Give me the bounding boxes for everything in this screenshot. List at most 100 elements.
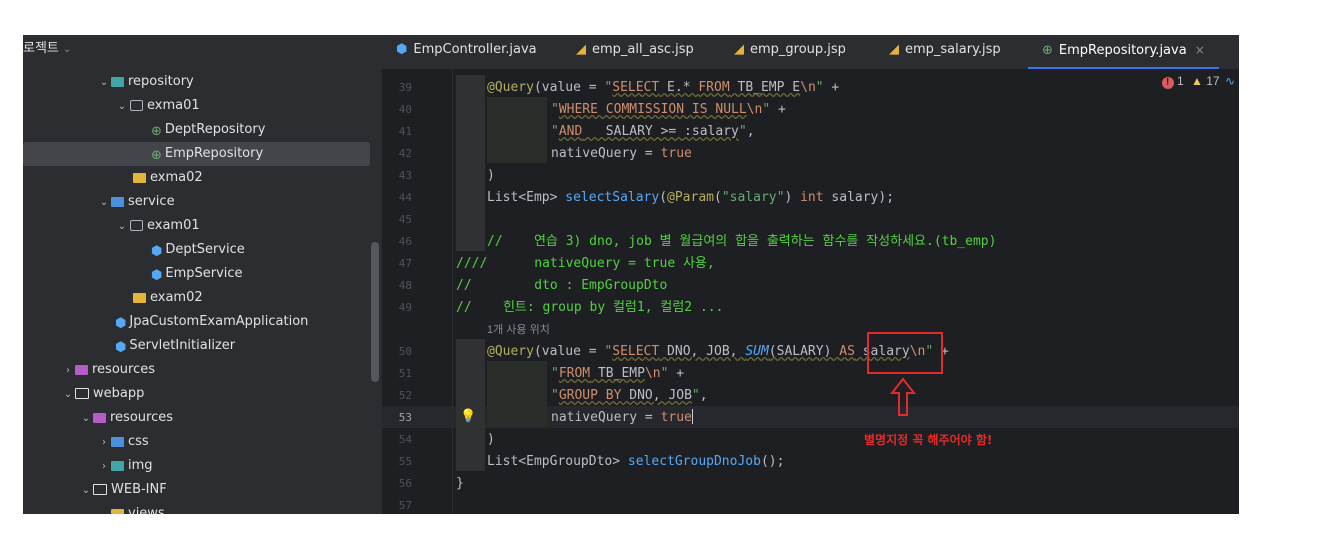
line-number: 56 [398,477,412,490]
tree-item-exam01[interactable]: ⌄ exam01 [23,214,382,238]
tree-item-resources[interactable]: › resources [23,358,382,382]
tree-item-views[interactable]: ⌄ views [23,502,382,514]
line-number: 55 [398,455,412,468]
editor-tabs: ⬢ EmpController.java ◢ emp_all_asc.jsp ◢ em… [382,35,1239,70]
chevron-right-icon[interactable]: › [61,359,75,383]
tree-item-webapp-resources[interactable]: ⌄ resources [23,406,382,430]
tree-item-label: JpaCustomExamApplication [129,314,309,329]
chevron-down-icon[interactable]: ⌄ [97,191,111,215]
tree-item-label: img [128,458,153,473]
folder-icon [93,484,107,495]
code-line: // 힌트: group by 컬럼1, 컬럼2 ... [456,300,724,315]
tree-item-label: views [128,506,165,514]
folder-icon [133,293,146,303]
code-line: List<EmpGroupDto> selectGroupDnoJob(); [487,454,785,469]
tree-item-web-inf[interactable]: ⌄ WEB-INF [23,478,382,502]
tab-emp-repository[interactable]: ⊕ EmpRepository.java × [1028,35,1219,70]
chevron-down-icon[interactable]: ⌄ [79,479,93,503]
code-editor[interactable]: 39 40 41 42 43 44 45 46 47 48 49 50 51 5… [382,69,1239,514]
tab-emp-group[interactable]: ◢ emp_group.jsp [734,35,846,69]
lightbulb-icon[interactable]: 💡 [460,409,476,424]
tree-item-label: css [128,434,149,449]
usage-hint[interactable]: 1개 사용 위치 [487,321,550,339]
tab-emp-controller[interactable]: ⬢ EmpController.java [396,35,537,69]
tree-item-label: DeptRepository [164,122,266,137]
code-line: "FROM TB_EMP\n" + [551,366,685,381]
chevron-down-icon[interactable]: ⌄ [61,383,75,407]
tree-item-dept-repository[interactable]: ⊕ DeptRepository [23,118,382,142]
line-number: 41 [398,125,412,138]
chevron-down-icon[interactable]: ⌄ [115,95,129,119]
tree-item-service[interactable]: ⌄ service [23,190,382,214]
line-number: 39 [398,81,412,94]
tab-emp-salary[interactable]: ◢ emp_salary.jsp [889,35,1001,69]
warning-icon: ▲ [1191,74,1203,88]
close-icon[interactable]: × [1195,43,1205,57]
line-number: 51 [398,367,412,380]
chevron-down-icon[interactable]: ⌄ [97,71,111,95]
code-line: // dto : EmpGroupDto [456,278,668,293]
java-class-icon: ⬢ [396,42,408,57]
tree-item-label: EmpRepository [164,146,264,161]
inspection-icon: ∿ [1224,74,1235,88]
code-line: nativeQuery = true [551,409,693,425]
line-number: 43 [398,169,412,182]
folder-icon [111,509,124,514]
tree-item-jpa-application[interactable]: ⬢ JpaCustomExamApplication [23,310,382,334]
interface-icon: ⊕ [151,148,162,163]
error-count: 1 [1176,74,1184,88]
package-folder-icon [111,197,124,207]
tree-item-label: repository [128,74,194,89]
code-line: } [456,476,464,491]
tree-item-servlet-initializer[interactable]: ⬢ ServletInitializer [23,334,382,358]
tree-item-label: service [128,194,175,209]
tree-item-label: exma02 [150,170,203,185]
package-icon [130,220,143,231]
chevron-down-icon[interactable]: ⌄ [63,44,71,55]
line-number: 54 [398,433,412,446]
project-header-label: 로젝트 [23,41,59,56]
tree-scrollbar[interactable] [371,242,379,382]
tree-item-label: EmpService [165,266,243,281]
tree-item-repository[interactable]: ⌄ repository [23,70,382,94]
tree-item-emp-repository[interactable]: ⊕ EmpRepository [23,142,370,166]
line-number: 40 [398,103,412,116]
line-number: 53 [398,411,412,424]
chevron-down-icon[interactable]: ⌄ [79,407,93,431]
code-line: nativeQuery = true [551,146,692,161]
line-number: 44 [398,191,412,204]
tree-item-webapp[interactable]: ⌄ webapp [23,382,382,406]
jsp-icon: ◢ [576,42,586,57]
code-line: // 연습 3) dno, job 별 월급여의 합을 출력하는 함수를 작성하… [487,234,997,249]
tree-item-exma02[interactable]: exma02 [23,166,382,190]
project-header[interactable]: 로젝트 ⌄ [23,35,71,63]
tree-item-css[interactable]: › css [23,430,382,454]
indent-guide [456,339,485,471]
line-gutter: 39 40 41 42 43 44 45 46 47 48 49 50 51 5… [382,69,452,514]
inspection-status[interactable]: ! 1 ▲ 17 ∿ [1161,74,1235,89]
tree-item-dept-service[interactable]: ⬢ DeptService [23,238,382,262]
gutter-separator [452,69,453,514]
code-line: ) [487,168,495,183]
folder-icon [111,437,124,447]
tree-item-exam02[interactable]: exam02 [23,286,382,310]
package-icon [130,100,143,111]
chevron-down-icon[interactable]: ⌄ [115,215,129,239]
tree-item-exma01[interactable]: ⌄ exma01 [23,94,382,118]
line-number: 47 [398,257,412,270]
interface-icon: ⊕ [151,124,162,139]
tree-item-label: resources [92,362,156,377]
line-number: 49 [398,301,412,314]
code-line: "GROUP BY DNO, JOB", [551,388,708,403]
chevron-right-icon[interactable]: › [97,455,111,479]
chevron-right-icon[interactable]: › [97,431,111,455]
package-folder-icon [111,77,124,87]
resources-folder-icon [93,413,106,423]
tab-emp-all-asc[interactable]: ◢ emp_all_asc.jsp [576,35,694,69]
tab-label: EmpController.java [413,42,537,57]
project-tree: 로젝트 ⌄ ⌄ repository ⌄ exma01 ⊕ DeptRepository… [23,35,382,514]
folder-icon [75,388,89,399]
tree-item-img[interactable]: › img [23,454,382,478]
tree-item-emp-service[interactable]: ⬢ EmpService [23,262,382,286]
chevron-down-icon[interactable]: ⌄ [97,503,111,514]
